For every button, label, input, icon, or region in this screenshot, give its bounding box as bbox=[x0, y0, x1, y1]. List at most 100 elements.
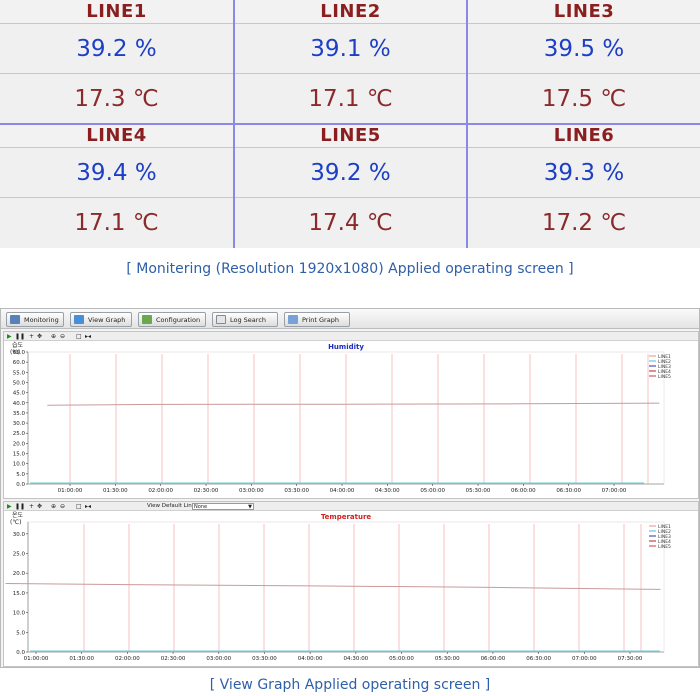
humidity-value: 39.1 % bbox=[235, 24, 466, 74]
x-tick-label: 06:00:00 bbox=[511, 488, 536, 494]
pause-icon[interactable]: ❚❚ bbox=[15, 332, 25, 341]
chart-title: Temperature bbox=[321, 513, 372, 521]
y-tick-label: 10.0 bbox=[13, 611, 26, 617]
graph-icon bbox=[74, 315, 84, 324]
y-tick-label: 30.0 bbox=[13, 532, 26, 538]
x-tick-label: 02:30:00 bbox=[161, 656, 186, 662]
monitoring-button[interactable]: Monitoring bbox=[6, 312, 64, 327]
y-tick-label: 40.0 bbox=[13, 401, 26, 407]
log-search-button[interactable]: Log Search bbox=[212, 312, 278, 327]
humidity-value: 39.2 % bbox=[0, 24, 233, 74]
crosshair-icon[interactable]: + bbox=[29, 502, 34, 511]
x-tick-label: 06:30:00 bbox=[556, 488, 581, 494]
crosshair-icon[interactable]: + bbox=[29, 332, 34, 341]
humidity-pane: ▶ ❚❚ + ✥ ⊕ ⊖ □ ▸◂ 습도 (%) Humidity 65.0 60.… bbox=[3, 331, 699, 499]
pan-icon[interactable]: ✥ bbox=[37, 502, 42, 511]
configuration-button[interactable]: Configuration bbox=[138, 312, 206, 327]
pause-icon[interactable]: ❚❚ bbox=[15, 502, 25, 511]
zoom-in-icon[interactable]: ⊕ bbox=[51, 332, 56, 341]
y-tick-label: 30.0 bbox=[13, 421, 26, 427]
temperature-value: 17.4 ℃ bbox=[235, 198, 466, 248]
x-tick-label: 01:30:00 bbox=[103, 488, 128, 494]
temperature-value: 17.1 ℃ bbox=[0, 198, 233, 248]
x-tick-label: 02:00:00 bbox=[148, 488, 173, 494]
y-tick-label: 35.0 bbox=[13, 411, 26, 417]
chart-title: Humidity bbox=[328, 343, 364, 351]
temperature-pane: ▶ ❚❚ + ✥ ⊕ ⊖ □ ▸◂ View Default Line None… bbox=[3, 501, 699, 667]
play-icon[interactable]: ▶ bbox=[7, 332, 12, 341]
graph-caption: [ View Graph Applied operating screen ] bbox=[209, 677, 491, 693]
y-tick-label: 60.0 bbox=[13, 360, 26, 366]
x-tick-label: 03:30:00 bbox=[284, 488, 309, 494]
x-tick-label: 07:00:00 bbox=[602, 488, 627, 494]
series-line bbox=[47, 402, 660, 406]
x-tick-label: 02:00:00 bbox=[115, 656, 140, 662]
y-tick-label: 0.0 bbox=[16, 482, 25, 488]
x-tick-label: 05:30:00 bbox=[466, 488, 491, 494]
legend-label: LINE5 bbox=[658, 544, 671, 550]
x-tick-label: 04:00:00 bbox=[330, 488, 355, 494]
line-card: LINE1 39.2 % 17.3 ℃ bbox=[0, 0, 233, 124]
line-card: LINE2 39.1 % 17.1 ℃ bbox=[235, 0, 466, 124]
x-tick-label: 01:00:00 bbox=[58, 488, 83, 494]
checkbox-icon[interactable]: □ bbox=[76, 502, 82, 511]
x-tick-label: 05:00:00 bbox=[420, 488, 445, 494]
x-tick-label: 07:30:00 bbox=[618, 656, 643, 662]
line-name: LINE2 bbox=[235, 0, 466, 24]
print-graph-label: Print Graph bbox=[302, 315, 339, 324]
humidity-value: 39.5 % bbox=[468, 24, 700, 74]
x-tick-label: 03:00:00 bbox=[206, 656, 231, 662]
pan-icon[interactable]: ✥ bbox=[37, 332, 42, 341]
graph-window: Monitoring View Graph Configuration Log … bbox=[0, 308, 700, 668]
x-tick-label: 01:00:00 bbox=[24, 656, 49, 662]
x-tick-label: 04:00:00 bbox=[298, 656, 323, 662]
line-name: LINE5 bbox=[235, 124, 466, 148]
x-tick-label: 04:30:00 bbox=[343, 656, 368, 662]
y-tick-label: 25.0 bbox=[13, 552, 26, 558]
monitoring-label: Monitoring bbox=[24, 315, 59, 324]
x-tick-label: 03:00:00 bbox=[239, 488, 264, 494]
monitor-row-1: LINE1 39.2 % 17.3 ℃ LINE2 39.1 % 17.1 ℃ … bbox=[0, 0, 700, 124]
line-card: LINE4 39.4 % 17.1 ℃ bbox=[0, 124, 233, 248]
zoom-out-icon[interactable]: ⊖ bbox=[60, 502, 65, 511]
document-search-icon bbox=[216, 315, 226, 324]
y-tick-label: 5.0 bbox=[16, 630, 25, 636]
log-search-label: Log Search bbox=[230, 315, 267, 324]
temperature-value: 17.1 ℃ bbox=[235, 74, 466, 124]
view-graph-button[interactable]: View Graph bbox=[70, 312, 132, 327]
monitor-row-2: LINE4 39.4 % 17.1 ℃ LINE5 39.2 % 17.4 ℃ … bbox=[0, 124, 700, 248]
line-name: LINE6 bbox=[468, 124, 700, 148]
zoom-out-icon[interactable]: ⊖ bbox=[60, 332, 65, 341]
y-tick-label: 5.0 bbox=[16, 472, 25, 478]
play-icon[interactable]: ▶ bbox=[7, 502, 12, 511]
print-icon bbox=[288, 315, 298, 324]
fit-icon[interactable]: ▸◂ bbox=[85, 332, 91, 341]
y-tick-label: 10.0 bbox=[13, 462, 26, 468]
y-tick-label: 65.0 bbox=[13, 350, 26, 356]
y-tick-label: 55.0 bbox=[13, 370, 26, 376]
checkbox-icon[interactable]: □ bbox=[76, 332, 82, 341]
x-tick-label: 05:30:00 bbox=[435, 656, 460, 662]
print-graph-button[interactable]: Print Graph bbox=[284, 312, 350, 327]
x-tick-label: 06:30:00 bbox=[526, 656, 551, 662]
view-default-line-select[interactable]: None ▼ bbox=[192, 503, 254, 510]
line-name: LINE3 bbox=[468, 0, 700, 24]
temperature-value: 17.3 ℃ bbox=[0, 74, 233, 124]
chevron-down-icon: ▼ bbox=[248, 504, 252, 510]
x-tick-label: 02:30:00 bbox=[194, 488, 219, 494]
temperature-value: 17.5 ℃ bbox=[468, 74, 700, 124]
humidity-chart: Humidity 65.0 60.0 55.0 50.0 45.0 40.0 35.0 30.0… bbox=[13, 343, 671, 494]
x-tick-label: 04:30:00 bbox=[375, 488, 400, 494]
view-default-line-value: None bbox=[194, 504, 208, 510]
zoom-in-icon[interactable]: ⊕ bbox=[51, 502, 56, 511]
y-tick-label: 25.0 bbox=[13, 431, 26, 437]
toolbar: Monitoring View Graph Configuration Log … bbox=[1, 309, 699, 329]
humidity-value: 39.4 % bbox=[0, 148, 233, 198]
divider bbox=[0, 123, 700, 125]
y-tick-label: 20.0 bbox=[13, 571, 26, 577]
line-card: LINE5 39.2 % 17.4 ℃ bbox=[235, 124, 466, 248]
fit-icon[interactable]: ▸◂ bbox=[85, 502, 91, 511]
y-tick-label: 20.0 bbox=[13, 441, 26, 447]
view-graph-label: View Graph bbox=[88, 315, 126, 324]
monitor-caption: [ Monitering (Resolution 1920x1080) Appl… bbox=[126, 261, 574, 277]
